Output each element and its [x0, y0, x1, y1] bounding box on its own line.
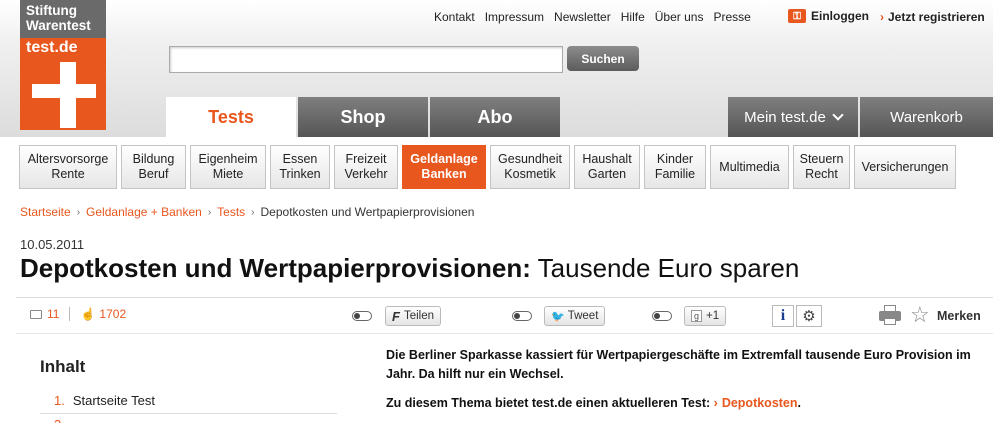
tab-tests[interactable]: Tests	[166, 97, 296, 137]
star-icon[interactable]: ☆	[910, 302, 930, 328]
chevron-right-icon: ›	[713, 396, 718, 410]
link-kontakt[interactable]: Kontakt	[434, 10, 475, 24]
twitter-privacy-toggle[interactable]	[512, 311, 532, 321]
toc-item-number: 1.	[54, 393, 65, 408]
facebook-share-button[interactable]: F Teilen	[385, 306, 442, 326]
tab-mein-test[interactable]: Mein test.de	[728, 97, 858, 137]
chevron-right-icon: ›	[880, 10, 884, 24]
update-note: Zu diesem Thema bietet test.de einen akt…	[386, 396, 801, 410]
cat-steuern-recht[interactable]: Steuern Recht	[793, 145, 850, 189]
tab-warenkorb[interactable]: Warenkorb	[860, 97, 993, 137]
toc-item-number-2: 2.	[54, 417, 65, 423]
breadcrumb-tests[interactable]: Tests	[217, 205, 245, 219]
cat-altersvorsorge-rente[interactable]: Altersvorsorge Rente	[19, 145, 117, 189]
toc-divider	[40, 413, 337, 414]
stats-divider	[69, 307, 71, 321]
cat-bildung-beruf[interactable]: Bildung Beruf	[121, 145, 186, 189]
cat-essen-trinken[interactable]: Essen Trinken	[270, 145, 330, 189]
article-stats: 11 ☝ 1702	[30, 307, 126, 321]
link-ueber-uns[interactable]: Über uns	[655, 10, 704, 24]
link-presse[interactable]: Presse	[713, 10, 750, 24]
twitter-share-button[interactable]: 🐦 Tweet	[544, 306, 606, 326]
breadcrumb-geldanlage[interactable]: Geldanlage + Banken	[86, 205, 202, 219]
logo-domain: test.de	[26, 39, 78, 56]
search-button[interactable]: Suchen	[567, 46, 639, 71]
google-plus-icon: g	[691, 310, 703, 322]
breadcrumb-startseite[interactable]: Startseite	[20, 205, 71, 219]
toc-title: Inhalt	[40, 357, 86, 376]
cat-kinder-familie[interactable]: Kinder Familie	[644, 145, 706, 189]
comment-icon	[30, 309, 42, 319]
link-newsletter[interactable]: Newsletter	[554, 10, 611, 24]
toolbar-divider-bottom	[16, 333, 993, 334]
info-icon[interactable]: i	[772, 305, 794, 327]
article-date: 10.05.2011	[20, 237, 85, 252]
login-link[interactable]: ⚿ Einloggen	[788, 9, 869, 23]
chevron-down-icon	[832, 108, 844, 121]
page-title: Depotkosten und Wertpapierprovisionen: T…	[20, 253, 800, 283]
logo-line2: Warentest	[26, 18, 91, 33]
chevron-right-icon: ›	[207, 207, 212, 218]
print-icon[interactable]	[878, 304, 902, 326]
tab-abo[interactable]: Abo	[430, 97, 560, 137]
breadcrumb: Startseite › Geldanlage + Banken › Tests…	[20, 205, 474, 219]
top-links: Kontakt Impressum Newsletter Hilfe Über …	[434, 10, 761, 24]
toolbar-divider-top	[16, 297, 993, 298]
chevron-right-icon: ›	[76, 207, 81, 218]
category-nav: Altersvorsorge Rente Bildung Beruf Eigenhe…	[19, 145, 956, 189]
cat-multimedia[interactable]: Multimedia	[710, 145, 789, 189]
gear-icon[interactable]: ⚙	[796, 305, 822, 327]
thumb-up-icon: ☝	[80, 307, 96, 321]
tab-shop[interactable]: Shop	[298, 97, 428, 137]
cat-haushalt-garten[interactable]: Haushalt Garten	[574, 145, 640, 189]
toc-item[interactable]: 1. Startseite Test	[54, 393, 155, 408]
logo-line1: Stiftung	[26, 3, 77, 18]
merken-button[interactable]: Merken	[937, 309, 981, 323]
key-icon: ⚿	[788, 9, 806, 23]
link-hilfe[interactable]: Hilfe	[621, 10, 645, 24]
chevron-right-icon: ›	[251, 207, 255, 218]
twitter-bird-icon: 🐦	[551, 310, 565, 323]
breadcrumb-current: Depotkosten und Wertpapierprovisionen	[260, 205, 475, 219]
comment-count[interactable]: 11	[47, 307, 59, 321]
article-lead: Die Berliner Sparkasse kassiert für Wert…	[386, 348, 971, 381]
login-label: Einloggen	[811, 9, 869, 23]
mein-test-label: Mein test.de	[744, 108, 826, 126]
register-label: Jetzt registrieren	[888, 10, 985, 24]
cat-eigenheim-miete[interactable]: Eigenheim Miete	[190, 145, 266, 189]
cat-freizeit-verkehr[interactable]: Freizeit Verkehr	[334, 145, 398, 189]
like-count: 1702	[99, 307, 127, 321]
facebook-icon: F	[392, 308, 400, 324]
depotkosten-link[interactable]: › Depotkosten	[714, 396, 798, 410]
facebook-privacy-toggle[interactable]	[352, 311, 372, 321]
register-link[interactable]: › Jetzt registrieren	[880, 10, 985, 24]
gplus-privacy-toggle[interactable]	[652, 311, 672, 321]
link-impressum[interactable]: Impressum	[485, 10, 544, 24]
cat-versicherungen[interactable]: Versicherungen	[854, 145, 956, 189]
toc-item-label: Startseite Test	[72, 393, 155, 408]
cat-geldanlage-banken[interactable]: Geldanlage Banken	[402, 145, 486, 189]
gplus-button[interactable]: g +1	[684, 306, 727, 326]
search-input[interactable]	[169, 46, 563, 73]
logo-cross-horizontal	[32, 84, 96, 98]
stiftung-warentest-logo[interactable]: Stiftung Warentest test.de	[20, 0, 106, 130]
cat-gesundheit-kosmetik[interactable]: Gesundheit Kosmetik	[490, 145, 570, 189]
